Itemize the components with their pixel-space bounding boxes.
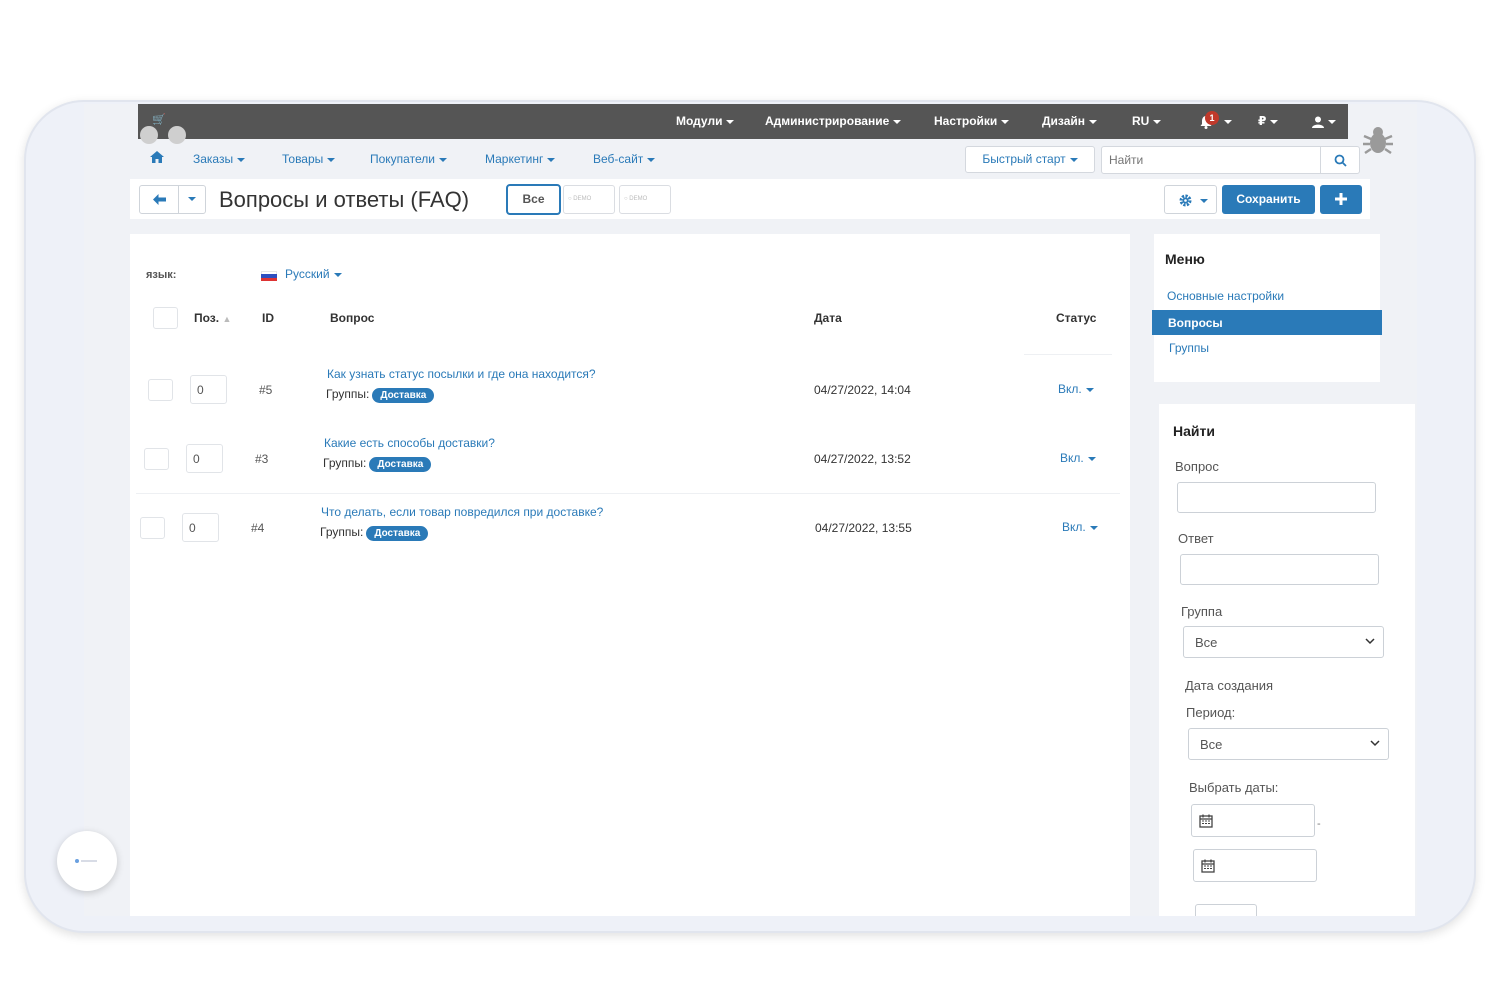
demo-button-1[interactable]: ○ DEMO	[563, 185, 615, 214]
gear-icon	[1179, 194, 1192, 207]
cart-logo-icon[interactable]: 🛒	[138, 110, 188, 144]
demo-button-2[interactable]: ○ DEMO	[619, 185, 671, 214]
question-filter-label: Вопрос	[1175, 459, 1219, 474]
column-id[interactable]: ID	[262, 311, 274, 325]
sidebar-item-questions[interactable]: Вопросы	[1152, 310, 1382, 335]
save-button[interactable]: Сохранить	[1222, 185, 1315, 214]
row-divider	[136, 493, 1120, 494]
filter-all-button[interactable]: Все	[506, 184, 561, 215]
search-icon	[1334, 154, 1347, 167]
nav-marketing[interactable]: Маркетинг	[485, 152, 556, 166]
row-checkbox[interactable]	[148, 379, 173, 401]
column-status[interactable]: Статус	[1056, 311, 1096, 325]
position-input[interactable]: 0	[186, 444, 223, 473]
settings-dropdown-button[interactable]	[1164, 185, 1217, 214]
home-icon[interactable]	[150, 151, 164, 163]
floating-home-button[interactable]	[57, 831, 117, 891]
back-button[interactable]	[139, 185, 179, 214]
arrow-left-icon	[153, 194, 166, 205]
row-checkbox[interactable]	[144, 448, 169, 470]
secondary-nav: Заказы Товары Покупатели Маркетинг Веб-с…	[130, 139, 1370, 179]
group-badge[interactable]: Доставка	[369, 457, 432, 472]
search-filter-panel: Найти Вопрос Ответ Группа Все Дата созда…	[1159, 404, 1415, 916]
nav-orders[interactable]: Заказы	[193, 152, 246, 166]
chevron-down-icon	[1370, 740, 1380, 747]
question-link[interactable]: Какие есть способы доставки?	[324, 436, 495, 450]
row-groups: Группы: Доставка	[326, 387, 435, 403]
select-dates-label: Выбрать даты:	[1189, 780, 1279, 795]
row-id: #5	[259, 383, 273, 397]
back-dropdown-button[interactable]	[178, 185, 206, 214]
plus-icon	[1335, 193, 1347, 205]
column-position[interactable]: Поз. ▲	[194, 311, 231, 325]
period-select[interactable]: Все	[1188, 728, 1389, 760]
status-dropdown[interactable]: Вкл.	[1058, 382, 1094, 396]
app-screen: 🛒 Модули Администрирование Настройки Диз…	[84, 104, 1417, 916]
header-divider	[1024, 354, 1112, 355]
menu-currency[interactable]: ₽	[1258, 114, 1279, 128]
notifications-button[interactable]: 1	[1199, 111, 1232, 133]
column-question[interactable]: Вопрос	[330, 311, 374, 325]
position-input[interactable]: 0	[182, 513, 219, 542]
column-date[interactable]: Дата	[814, 311, 842, 325]
menu-design[interactable]: Дизайн	[1042, 114, 1098, 128]
group-badge[interactable]: Доставка	[372, 388, 435, 403]
period-label: Период:	[1186, 705, 1236, 720]
search-input[interactable]	[1101, 146, 1321, 174]
row-date: 04/27/2022, 13:55	[815, 521, 912, 535]
add-button[interactable]	[1320, 185, 1362, 214]
quick-start-button[interactable]: Быстрый старт	[965, 146, 1095, 173]
calendar-icon	[1199, 814, 1213, 828]
status-dropdown[interactable]: Вкл.	[1060, 451, 1096, 465]
sidebar-item-groups[interactable]: Группы	[1169, 341, 1209, 355]
user-menu[interactable]	[1312, 114, 1336, 128]
faq-list-panel: язык: Русский Поз. ▲ ID Вопрос Дата Стат…	[130, 234, 1130, 916]
row-checkbox[interactable]	[140, 517, 165, 539]
calendar-icon	[1201, 859, 1215, 873]
russia-flag-icon	[261, 271, 277, 281]
sidebar-menu: Меню Основные настройки Вопросы Группы	[1152, 234, 1382, 382]
menu-language[interactable]: RU	[1132, 114, 1162, 128]
page-title: Вопросы и ответы (FAQ)	[219, 187, 470, 212]
nav-products[interactable]: Товары	[282, 152, 336, 166]
language-select[interactable]: Русский	[285, 267, 342, 281]
filter-submit-button[interactable]	[1195, 904, 1257, 916]
group-filter-select[interactable]: Все	[1183, 626, 1384, 658]
top-navbar: 🛒 Модули Администрирование Настройки Диз…	[138, 104, 1348, 144]
select-all-checkbox[interactable]	[153, 307, 178, 329]
language-label: язык:	[146, 269, 177, 281]
nav-website[interactable]: Веб-сайт	[593, 152, 656, 166]
row-date: 04/27/2022, 13:52	[814, 452, 911, 466]
sidebar-item-general-settings[interactable]: Основные настройки	[1167, 289, 1284, 303]
notification-badge: 1	[1205, 111, 1219, 125]
answer-filter-input[interactable]	[1180, 554, 1379, 585]
nav-customers[interactable]: Покупатели	[370, 152, 447, 166]
row-date: 04/27/2022, 14:04	[814, 383, 911, 397]
question-filter-input[interactable]	[1177, 482, 1376, 513]
user-icon	[1312, 116, 1324, 128]
search-button[interactable]	[1320, 146, 1360, 174]
date-to-input[interactable]	[1193, 849, 1317, 882]
question-link[interactable]: Что делать, если товар повредился при до…	[321, 505, 603, 519]
menu-administration[interactable]: Администрирование	[765, 114, 902, 128]
menu-modules[interactable]: Модули	[676, 114, 735, 128]
row-groups: Группы: Доставка	[320, 525, 429, 541]
group-filter-label: Группа	[1181, 604, 1223, 619]
date-range-separator: -	[1317, 818, 1321, 830]
status-dropdown[interactable]: Вкл.	[1062, 520, 1098, 534]
date-from-input[interactable]	[1191, 804, 1315, 837]
menu-settings[interactable]: Настройки	[934, 114, 1010, 128]
page-header: Вопросы и ответы (FAQ) Все ○ DEMO ○ DEMO…	[130, 179, 1370, 219]
answer-filter-label: Ответ	[1178, 531, 1214, 546]
menu-title: Меню	[1165, 251, 1205, 267]
chevron-down-icon	[1365, 638, 1375, 645]
row-groups: Группы: Доставка	[323, 456, 432, 472]
row-id: #3	[255, 452, 269, 466]
row-id: #4	[251, 521, 265, 535]
group-badge[interactable]: Доставка	[366, 526, 429, 541]
question-link[interactable]: Как узнать статус посылки и где она нахо…	[327, 367, 596, 381]
find-title: Найти	[1173, 423, 1215, 439]
position-input[interactable]: 0	[190, 375, 227, 404]
created-date-label: Дата создания	[1185, 678, 1274, 693]
